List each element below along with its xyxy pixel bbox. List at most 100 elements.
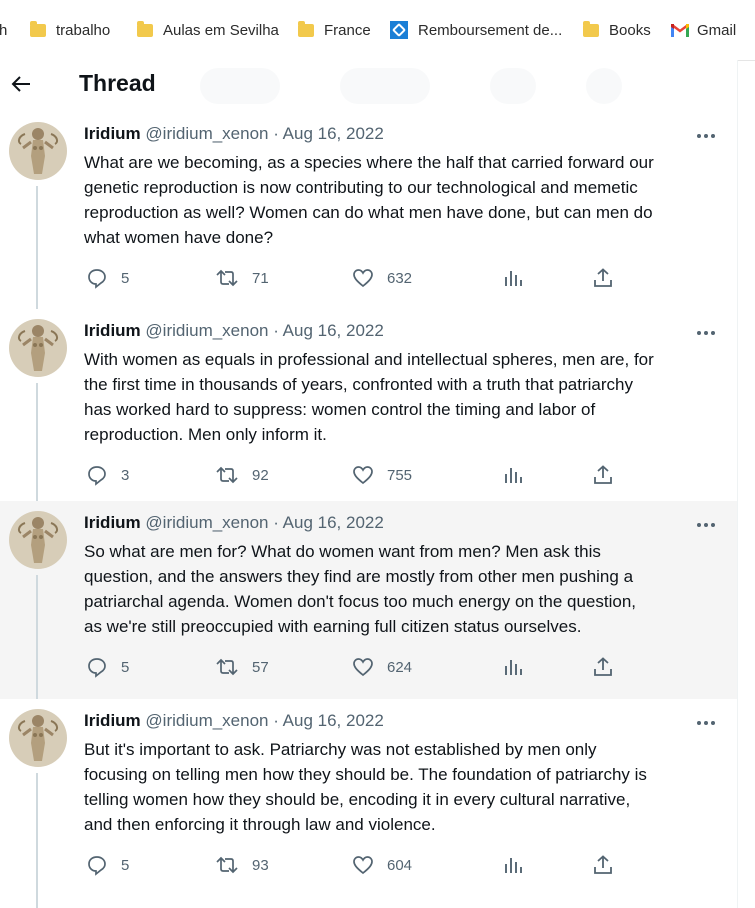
tweet-date[interactable]: · Aug 16, 2022 xyxy=(273,711,384,730)
avatar-image xyxy=(9,511,67,569)
bookmark-label: Books xyxy=(609,21,651,39)
thread-connector xyxy=(36,383,38,506)
avatar-image xyxy=(9,122,67,180)
like-button[interactable]: 632 xyxy=(352,267,412,289)
like-button[interactable]: 624 xyxy=(352,656,412,678)
bookmark-label: h xyxy=(0,21,8,39)
page-title: Thread xyxy=(79,70,156,96)
reply-count: 5 xyxy=(121,856,130,874)
more-options-button[interactable] xyxy=(694,323,718,343)
analytics-button[interactable] xyxy=(503,854,523,876)
thread-connector xyxy=(36,575,38,699)
tweet-text-line: With women as equals in professional and… xyxy=(84,350,654,369)
tweet-4[interactable]: Iridium @iridium_xenon · Aug 16, 2022 Bu… xyxy=(0,699,737,908)
bookmark-label: France xyxy=(324,21,371,39)
author-name[interactable]: Iridium xyxy=(84,513,141,532)
retweet-count: 71 xyxy=(252,269,269,287)
reply-icon xyxy=(88,466,106,486)
tweet-date[interactable]: · Aug 16, 2022 xyxy=(273,124,384,143)
retweet-button[interactable]: 92 xyxy=(215,464,269,486)
tweet-text-line: telling women how they should be, encodi… xyxy=(84,790,631,809)
tweet-3[interactable]: Iridium @iridium_xenon · Aug 16, 2022 So… xyxy=(0,501,737,699)
share-button[interactable] xyxy=(592,854,614,876)
share-icon xyxy=(594,855,612,874)
tweet-header: Iridium @iridium_xenon · Aug 16, 2022 xyxy=(84,321,384,341)
reply-count: 5 xyxy=(121,269,130,287)
retweet-button[interactable]: 93 xyxy=(215,854,269,876)
bookmark-trabalho[interactable]: trabalho xyxy=(30,20,110,40)
author-handle[interactable]: @iridium_xenon xyxy=(145,513,268,532)
tweet-date[interactable]: · Aug 16, 2022 xyxy=(273,321,384,340)
share-button[interactable] xyxy=(592,464,614,486)
bookmark-label: trabalho xyxy=(56,21,111,39)
avatar[interactable] xyxy=(9,511,67,569)
like-count: 604 xyxy=(387,856,413,874)
tweet-header: Iridium @iridium_xenon · Aug 16, 2022 xyxy=(84,124,384,144)
like-button[interactable]: 604 xyxy=(352,854,412,876)
analytics-button[interactable] xyxy=(503,464,523,486)
analytics-icon xyxy=(505,271,522,286)
tweet-text: What are we becoming, as a species where… xyxy=(84,150,724,250)
tweet-text-line: question, and the answers they find are … xyxy=(84,567,634,586)
tweet-text-line: genetic reproduction is now contributing… xyxy=(84,178,638,197)
header-placeholder xyxy=(490,68,536,104)
bookmark-remboursement[interactable]: Remboursement de... xyxy=(390,20,562,40)
avatar-image xyxy=(9,319,67,377)
header-placeholder xyxy=(586,68,622,104)
bookmark-books[interactable]: Books xyxy=(583,20,651,40)
like-count: 755 xyxy=(387,466,413,484)
author-handle[interactable]: @iridium_xenon xyxy=(145,711,268,730)
bookmark-france[interactable]: France xyxy=(298,20,371,40)
retweet-count: 93 xyxy=(252,856,269,874)
tweet-text-line: has worked hard to suppress: women contr… xyxy=(84,400,596,419)
author-handle[interactable]: @iridium_xenon xyxy=(145,321,268,340)
bookmark-partial[interactable]: h xyxy=(0,20,7,40)
analytics-button[interactable] xyxy=(503,267,523,289)
bookmark-aulas-em-sevilha[interactable]: Aulas em Sevilha xyxy=(137,20,279,40)
tweet-text: But it's important to ask. Patriarchy wa… xyxy=(84,737,724,837)
folder-icon xyxy=(137,20,153,37)
tweet-2[interactable]: Iridium @iridium_xenon · Aug 16, 2022 Wi… xyxy=(0,309,737,506)
tweet-date[interactable]: · Aug 16, 2022 xyxy=(273,513,384,532)
analytics-button[interactable] xyxy=(503,656,523,678)
tweet-text-line: reproduction. Men only inform it. xyxy=(84,425,327,444)
tweet-text-line: So what are men for? What do women want … xyxy=(84,542,601,561)
reply-button[interactable]: 5 xyxy=(86,267,129,289)
reply-button[interactable]: 5 xyxy=(86,854,129,876)
reply-button[interactable]: 5 xyxy=(86,656,129,678)
more-icon xyxy=(697,331,715,335)
like-button[interactable]: 755 xyxy=(352,464,412,486)
back-button[interactable] xyxy=(10,72,34,96)
author-name[interactable]: Iridium xyxy=(84,124,141,143)
more-options-button[interactable] xyxy=(694,713,718,733)
like-count: 632 xyxy=(387,269,413,287)
thread-column: Thread Iridium @iridium_xenon · Aug 16, … xyxy=(0,60,738,908)
share-button[interactable] xyxy=(592,656,614,678)
avatar[interactable] xyxy=(9,709,67,767)
like-icon xyxy=(353,269,373,288)
more-icon xyxy=(697,721,715,725)
avatar[interactable] xyxy=(9,319,67,377)
retweet-button[interactable]: 57 xyxy=(215,656,269,678)
author-handle[interactable]: @iridium_xenon xyxy=(145,124,268,143)
reply-icon xyxy=(88,658,106,678)
more-options-button[interactable] xyxy=(694,515,718,535)
author-name[interactable]: Iridium xyxy=(84,711,141,730)
retweet-icon xyxy=(216,658,238,676)
more-options-button[interactable] xyxy=(694,126,718,146)
reply-button[interactable]: 3 xyxy=(86,464,129,486)
tweet-1[interactable]: Iridium @iridium_xenon · Aug 16, 2022 Wh… xyxy=(0,112,737,309)
folder-icon xyxy=(298,20,314,37)
more-icon xyxy=(697,523,715,527)
retweet-button[interactable]: 71 xyxy=(215,267,269,289)
thread-header: Thread xyxy=(0,60,737,112)
tweet-header: Iridium @iridium_xenon · Aug 16, 2022 xyxy=(84,711,384,731)
avatar[interactable] xyxy=(9,122,67,180)
author-name[interactable]: Iridium xyxy=(84,321,141,340)
share-button[interactable] xyxy=(592,267,614,289)
gmail-icon xyxy=(671,24,689,37)
folder-icon xyxy=(583,20,599,37)
like-icon xyxy=(353,856,373,875)
avatar-image xyxy=(9,709,67,767)
bookmark-gmail[interactable]: Gmail xyxy=(671,20,736,40)
